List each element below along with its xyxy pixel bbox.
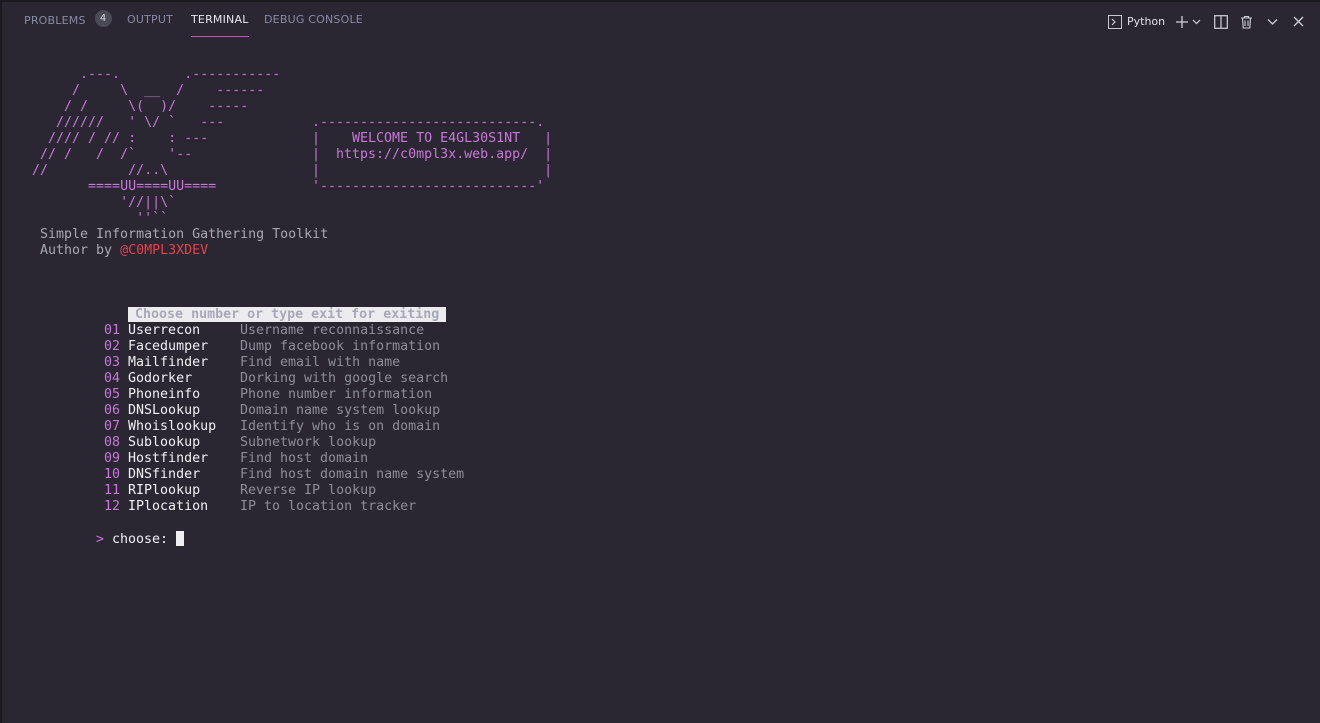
author-handle: @C0MPL3XDEV [120, 243, 209, 258]
menu-item-number: 09 [104, 451, 121, 466]
menu-item-name: Sublookup [128, 435, 201, 450]
terminal-output[interactable]: .---. .----------- / \ __ / ------ / / \… [2, 2, 1320, 723]
menu-item-description: Subnetwork lookup [240, 435, 377, 450]
menu-item-description: Phone number information [240, 387, 433, 402]
menu-item-name: Mailfinder [128, 355, 209, 370]
menu-item: 06 DNSLookup [104, 403, 200, 419]
menu-item-description: Find email with name [240, 355, 401, 370]
ascii-art-line: / \ __ / ------ [24, 83, 265, 98]
ascii-art-line: //// / // : : --- [24, 131, 209, 146]
ascii-art-line: ////// ' \/ ` --- [24, 115, 225, 130]
menu-item-description: Username reconnaissance [240, 323, 425, 338]
menu-item: 04 Godorker [104, 371, 192, 387]
menu-item-number: 02 [104, 339, 121, 354]
menu-item-number: 05 [104, 387, 121, 402]
menu-item-name: Userrecon [128, 323, 201, 338]
menu-item-name: RIPlookup [128, 483, 201, 498]
menu-item-name: IPlocation [128, 499, 209, 514]
menu-item-name: Whoislookup [128, 419, 217, 434]
menu-item-description: Reverse IP lookup [240, 483, 377, 498]
menu-item-name: Godorker [128, 371, 193, 386]
menu-item: 05 Phoneinfo [104, 387, 200, 403]
author-prefix: Author by [40, 243, 121, 258]
menu-item-number: 11 [104, 483, 121, 498]
menu-item-name: Facedumper [128, 339, 209, 354]
welcome-box-line: | WELCOME TO E4GL30S1NT | [312, 131, 553, 146]
menu-item-number: 01 [104, 323, 121, 338]
welcome-box-line: | | [312, 163, 553, 178]
ascii-art-line: .---. .----------- [24, 67, 281, 82]
prompt-caret: > [96, 532, 105, 547]
menu-item-name: Phoneinfo [128, 387, 201, 402]
menu-item: 10 DNSfinder [104, 467, 200, 483]
ascii-art-line: '//||\` [24, 195, 177, 210]
welcome-box-line: .---------------------------. [312, 115, 545, 130]
input-prompt[interactable]: > choose: [96, 531, 185, 547]
menu-item: 12 IPlocation [104, 499, 208, 515]
ascii-art-line: // //..\ [24, 163, 169, 178]
author-line: Author by @C0MPL3XDEV [40, 243, 208, 259]
welcome-box-line: '---------------------------' [312, 179, 545, 194]
menu-item-name: Hostfinder [128, 451, 209, 466]
menu-item-name: DNSLookup [128, 403, 201, 418]
menu-header: Choose number or type exit for exiting [96, 291, 447, 322]
menu-item-description: Identify who is on domain [240, 419, 441, 434]
menu-item: 08 Sublookup [104, 435, 200, 451]
menu-item: 11 RIPlookup [104, 483, 200, 499]
menu-item-name: DNSfinder [128, 467, 201, 482]
menu-item-description: Find host domain name system [240, 467, 465, 482]
menu-item-number: 07 [104, 419, 121, 434]
menu-item-description: IP to location tracker [240, 499, 417, 514]
menu-item: 03 Mailfinder [104, 355, 208, 371]
ascii-art-line: ''`` [24, 211, 169, 226]
menu-item-number: 03 [104, 355, 121, 370]
prompt-label: choose: [104, 532, 177, 547]
menu-item-number: 04 [104, 371, 121, 386]
menu-header-label: Choose number or type exit for exiting [128, 307, 447, 322]
ascii-art-line: ====UU====UU==== [24, 179, 217, 194]
toolkit-subtitle: Simple Information Gathering Toolkit [40, 227, 329, 242]
text-cursor [176, 531, 185, 546]
menu-item-number: 06 [104, 403, 121, 418]
menu-item-number: 10 [104, 467, 121, 482]
menu-item: 09 Hostfinder [104, 451, 208, 467]
menu-item-description: Domain name system lookup [240, 403, 441, 418]
menu-item-description: Dump facebook information [240, 339, 441, 354]
menu-item-description: Find host domain [240, 451, 369, 466]
menu-item-description: Dorking with google search [240, 371, 449, 386]
welcome-box-line: | https://c0mpl3x.web.app/ | [312, 147, 553, 162]
menu-item: 07 Whoislookup [104, 419, 216, 435]
ascii-art-line: // / / /` '-- [24, 147, 193, 162]
menu-item-number: 12 [104, 499, 121, 514]
menu-item-number: 08 [104, 435, 121, 450]
menu-item: 01 Userrecon [104, 323, 200, 339]
ascii-art-line: / / \( )/ ----- [24, 99, 249, 114]
menu-item: 02 Facedumper [104, 339, 208, 355]
